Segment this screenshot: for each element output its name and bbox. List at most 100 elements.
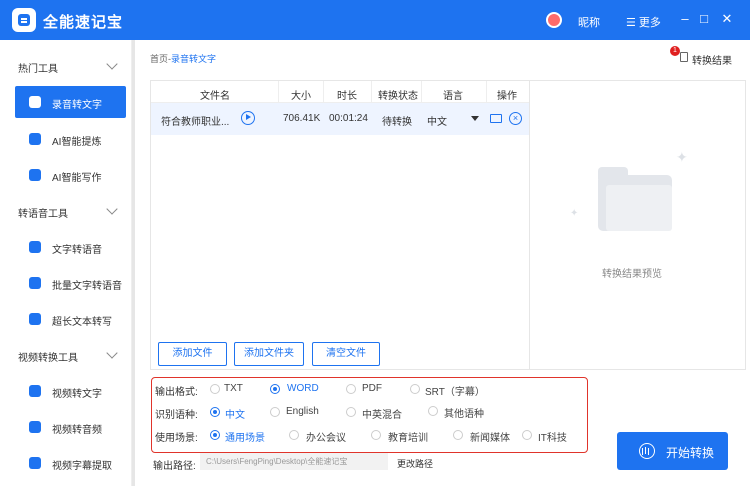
sidebar-item-label: 文字转语音 <box>52 245 102 256</box>
breadcrumb: 首页-录音转文字 <box>150 52 216 65</box>
file-name: 符合教师职业... <box>161 117 230 128</box>
sidebar-item-label: 视频转文字 <box>52 389 102 400</box>
radio-txt[interactable] <box>210 384 220 394</box>
play-icon[interactable] <box>241 111 255 125</box>
option-txt[interactable]: TXT <box>224 383 243 394</box>
maximize-icon[interactable]: □ <box>696 11 712 27</box>
sidebar-item-ai-extract[interactable]: AI智能提炼 <box>15 123 126 155</box>
change-path-link[interactable]: 更改路径 <box>397 457 433 470</box>
radio-news[interactable] <box>453 430 463 440</box>
ai-write-icon <box>29 169 41 181</box>
radio-other-language[interactable] <box>428 406 438 416</box>
start-convert-button[interactable]: 开始转换 <box>617 432 728 470</box>
long-text-icon <box>29 313 41 325</box>
radio-pdf[interactable] <box>346 384 356 394</box>
sidebar-item-audio-to-text[interactable]: 录音转文字 <box>15 86 126 118</box>
radio-meeting[interactable] <box>289 430 299 440</box>
radio-mixed[interactable] <box>346 407 356 417</box>
sidebar-item-batch-tts[interactable]: 批量文字转语音 <box>15 267 126 299</box>
batch-speech-icon <box>29 277 41 289</box>
file-panel: 文件名 大小 时长 转换状态 语言 操作 符合教师职业... 706.41K 0… <box>150 80 530 370</box>
sidebar-item-ai-write[interactable]: AI智能写作 <box>15 159 126 191</box>
sidebar-item-long-text[interactable]: 超长文本转写 <box>15 303 126 335</box>
sidebar-item-video-to-audio[interactable]: 视频转音频 <box>15 411 126 443</box>
avatar[interactable] <box>546 12 562 28</box>
section-hot-tools[interactable]: 热门工具 <box>18 60 58 75</box>
output-path-label: 输出路径: <box>153 461 196 472</box>
sidebar-item-label: 视频转音频 <box>52 425 102 436</box>
table-header: 文件名 大小 时长 转换状态 语言 操作 <box>151 81 529 103</box>
sidebar-item-label: 视频字幕提取 <box>52 461 112 472</box>
sidebar-item-text-to-speech[interactable]: 文字转语音 <box>15 231 126 263</box>
sidebar-item-label: AI智能写作 <box>52 173 102 184</box>
format-label: 输出格式: <box>155 387 198 398</box>
more-menu-button[interactable]: ☰ 更多 <box>626 14 661 30</box>
option-pdf[interactable]: PDF <box>362 383 382 394</box>
options-box: 输出格式: TXT WORD PDF SRT（字幕） 识别语种: 中文 Engl… <box>151 377 588 453</box>
option-chinese[interactable]: 中文 <box>225 406 245 421</box>
document-icon[interactable] <box>680 52 688 62</box>
sidebar-item-video-to-text[interactable]: 视频转文字 <box>15 375 126 407</box>
column-divider <box>323 81 324 103</box>
header-status: 转换状态 <box>378 91 418 102</box>
output-path-field[interactable]: C:\Users\FengPing\Desktop\全能速记宝 <box>200 453 388 470</box>
results-link[interactable]: 转换结果 <box>692 52 732 67</box>
option-srt[interactable]: SRT（字幕） <box>425 383 485 398</box>
waveform-icon <box>639 443 655 459</box>
option-meeting[interactable]: 办公会议 <box>306 429 346 444</box>
app-logo-icon <box>12 8 36 32</box>
column-divider <box>421 81 422 103</box>
header-size: 大小 <box>291 91 311 102</box>
add-folder-button[interactable]: 添加文件夹 <box>234 342 304 366</box>
start-convert-label: 开始转换 <box>666 446 715 460</box>
results-badge: 1 <box>670 46 680 56</box>
scene-label: 使用场景: <box>155 433 198 444</box>
header-duration: 时长 <box>337 91 357 102</box>
option-word[interactable]: WORD <box>287 383 319 394</box>
preview-panel: ✦ ✦ ✦ 转换结果预览 <box>530 80 746 370</box>
sparkle-icon: ✦ <box>570 208 579 219</box>
radio-srt[interactable] <box>410 384 420 394</box>
section-tts-tools[interactable]: 转语音工具 <box>18 205 68 220</box>
nickname-link[interactable]: 昵称 <box>578 14 600 30</box>
minimize-icon[interactable]: – <box>677 11 693 27</box>
radio-it[interactable] <box>522 430 532 440</box>
option-general[interactable]: 通用场景 <box>225 429 265 444</box>
radio-general[interactable] <box>210 430 220 440</box>
folder-icon[interactable] <box>490 114 502 123</box>
column-divider <box>486 81 487 103</box>
column-divider <box>371 81 372 103</box>
caret-down-icon[interactable] <box>471 116 479 121</box>
empty-folder-icon <box>598 167 672 231</box>
language-select[interactable]: 中文 <box>427 113 447 128</box>
add-file-button[interactable]: 添加文件 <box>158 342 227 366</box>
radio-word[interactable] <box>270 384 280 394</box>
table-row[interactable]: 符合教师职业... 706.41K 00:01:24 待转换 中文 × <box>151 103 529 135</box>
section-video-tools[interactable]: 视频转换工具 <box>18 349 78 364</box>
file-duration: 00:01:24 <box>329 113 368 124</box>
option-english[interactable]: English <box>286 406 319 417</box>
chevron-down-icon[interactable] <box>106 58 118 70</box>
sidebar-item-label: AI智能提炼 <box>52 137 102 148</box>
chevron-down-icon[interactable] <box>106 203 118 215</box>
close-icon[interactable]: ✕ <box>719 11 735 27</box>
delete-icon[interactable]: × <box>509 112 522 125</box>
option-it[interactable]: IT科技 <box>538 429 567 444</box>
breadcrumb-home[interactable]: 首页- <box>150 54 171 64</box>
radio-chinese[interactable] <box>210 407 220 417</box>
language-label: 识别语种: <box>155 410 198 421</box>
option-mixed[interactable]: 中英混合 <box>362 406 402 421</box>
option-other-language[interactable]: 其他语种 <box>444 405 484 420</box>
subtitle-icon <box>29 457 41 469</box>
column-divider <box>278 81 279 103</box>
radio-english[interactable] <box>270 407 280 417</box>
radio-education[interactable] <box>371 430 381 440</box>
chevron-down-icon[interactable] <box>106 347 118 359</box>
sidebar-scrollbar[interactable] <box>132 40 135 486</box>
sidebar-item-subtitle-extract[interactable]: 视频字幕提取 <box>15 447 126 479</box>
clear-files-button[interactable]: 清空文件 <box>312 342 380 366</box>
file-size: 706.41K <box>283 113 321 124</box>
option-news[interactable]: 新闻媒体 <box>470 429 510 444</box>
breadcrumb-current: 录音转文字 <box>171 54 217 64</box>
option-education[interactable]: 教育培训 <box>388 429 428 444</box>
